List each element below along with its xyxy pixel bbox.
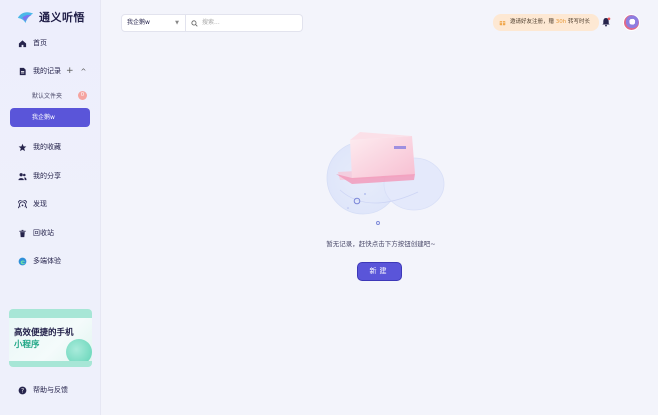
nav-shares[interactable]: 我的分享 <box>18 169 61 183</box>
nav-my-records[interactable]: 我的记录 <box>18 64 61 78</box>
home-icon <box>18 39 27 47</box>
help-icon: ? <box>18 386 27 394</box>
folder-select[interactable]: 我企鹅w ▼ <box>121 14 186 32</box>
nav-multi-device-label: 多端体验 <box>33 257 61 265</box>
mini-program-banner[interactable]: 高效便捷的手机 小程序 <box>9 309 92 367</box>
chevron-down-icon: ▼ <box>175 20 179 26</box>
app-name: 通义听悟 <box>39 11 85 24</box>
nav-help[interactable]: ? 帮助与反馈 <box>18 383 68 397</box>
empty-folder-illustration <box>326 132 445 225</box>
banner-title: 高效便捷的手机 <box>14 328 74 338</box>
invite-banner[interactable]: 邀请好友注册，赠 30h 转写时长 <box>493 14 599 31</box>
empty-state-message: 暂无记录，赶快点击下方按钮创建吧~ <box>326 240 436 248</box>
nav-help-label: 帮助与反馈 <box>33 386 68 394</box>
add-folder-icon[interactable]: + <box>66 66 74 78</box>
folder-active[interactable]: 我企鹅w <box>10 108 90 127</box>
collapse-icon[interactable]: ^ <box>81 66 87 78</box>
new-record-button[interactable]: 新建 <box>358 263 401 280</box>
trash-icon <box>19 229 26 237</box>
nav-favorites-label: 我的收藏 <box>33 143 61 151</box>
nav-shares-label: 我的分享 <box>33 172 61 180</box>
search-icon <box>191 20 198 27</box>
notification-bell-icon[interactable] <box>601 17 611 27</box>
nav-trash-label: 回收站 <box>33 229 54 237</box>
invite-highlight: 30h <box>555 19 567 25</box>
avatar[interactable] <box>623 14 640 31</box>
nav-home-label: 首页 <box>33 39 47 47</box>
records-actions: + ^ <box>66 66 86 78</box>
svg-text:?: ? <box>21 388 24 394</box>
edge-icon <box>18 257 27 265</box>
invite-prefix: 邀请好友注册，赠 <box>510 19 556 25</box>
app-logo[interactable]: 通义听悟 <box>17 9 85 25</box>
document-icon <box>19 67 26 75</box>
banner-bottom-strip <box>9 361 92 367</box>
invite-suffix: 转写时长 <box>566 19 590 25</box>
nav-my-records-label: 我的记录 <box>33 67 61 75</box>
folder-select-value: 我企鹅w <box>127 19 150 26</box>
users-icon <box>18 172 27 180</box>
logo-icon <box>17 12 34 23</box>
banner-top-strip <box>9 309 92 318</box>
nav-discover[interactable]: 发现 <box>18 197 47 211</box>
folder-default[interactable]: 默认文件夹 <box>32 91 62 100</box>
search-placeholder: 搜索... <box>202 19 220 26</box>
search-input[interactable]: 搜索... <box>186 14 303 32</box>
banner-subtitle: 小程序 <box>14 340 40 350</box>
nav-home[interactable]: 首页 <box>18 36 47 50</box>
gift-icon <box>499 21 506 26</box>
broadcast-icon <box>18 199 27 208</box>
nav-discover-label: 发现 <box>33 200 47 208</box>
folder-count-badge: 0 <box>78 91 87 100</box>
nav-multi-device[interactable]: 多端体验 <box>18 254 61 268</box>
nav-favorites[interactable]: 我的收藏 <box>18 140 61 154</box>
sidebar: 通义听悟 首页 我的记录 + ^ 默认文件夹 0 我企鹅w 我的收藏 我的分享 … <box>0 0 101 415</box>
star-icon <box>18 143 27 151</box>
